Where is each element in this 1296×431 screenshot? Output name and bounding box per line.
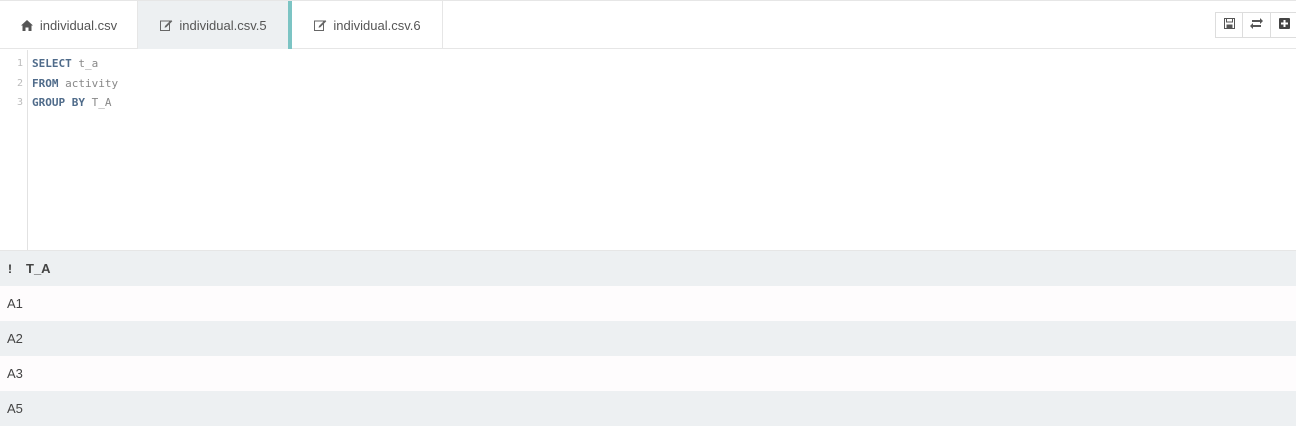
results-table: ! T_A A1 A2 A3 A5	[0, 250, 1296, 426]
line-number: 1	[16, 58, 23, 69]
table-row[interactable]: A1	[0, 286, 1296, 321]
edit-icon	[159, 18, 173, 32]
tab-individual-csv-6[interactable]: individual.csv.6	[292, 1, 443, 49]
code-line: GROUP BY T_A	[32, 96, 111, 109]
line-number: 2	[16, 78, 23, 89]
tab-label: individual.csv.5	[179, 17, 267, 33]
toolbar	[1215, 12, 1296, 38]
table-row[interactable]: A3	[0, 356, 1296, 391]
home-icon	[20, 18, 34, 32]
sql-keyword: SELECT	[32, 57, 72, 70]
table-cell: A2	[7, 331, 23, 346]
code-line: SELECT t_a	[32, 57, 98, 70]
sql-text: activity	[58, 77, 119, 90]
line-number: 3	[16, 97, 23, 108]
tab-individual-csv[interactable]: individual.csv	[0, 1, 138, 49]
results-header: ! T_A	[0, 250, 1296, 286]
sql-text: t_a	[71, 57, 99, 70]
sql-keyword: FROM	[32, 77, 59, 90]
column-header-t-a[interactable]: T_A	[26, 261, 51, 276]
table-cell: A1	[7, 296, 23, 311]
table-row[interactable]: A2	[0, 321, 1296, 356]
table-cell: A5	[7, 401, 23, 416]
refresh-button[interactable]	[1243, 12, 1271, 38]
sql-text: T_A	[84, 96, 112, 109]
table-row[interactable]: A5	[0, 391, 1296, 426]
edit-icon	[313, 18, 327, 32]
line-gutter: 1 2 3	[0, 50, 28, 250]
save-button[interactable]	[1215, 12, 1243, 38]
save-icon	[1223, 16, 1235, 34]
sql-editor[interactable]: 1 2 3 SELECT t_a FROM activity GROUP BY …	[0, 50, 1296, 250]
sql-keyword: GROUP BY	[32, 96, 85, 109]
tab-label: individual.csv.6	[333, 17, 421, 33]
tab-label: individual.csv	[39, 17, 118, 33]
add-icon	[1279, 16, 1290, 34]
tab-bar: individual.csv individual.csv.5 individu…	[0, 0, 1296, 49]
refresh-icon	[1250, 16, 1263, 34]
table-cell: A3	[7, 366, 23, 381]
row-marker-header[interactable]: !	[0, 262, 20, 276]
tab-individual-csv-5[interactable]: individual.csv.5	[138, 1, 292, 49]
add-button[interactable]	[1271, 12, 1296, 38]
code-line: FROM activity	[32, 77, 118, 90]
